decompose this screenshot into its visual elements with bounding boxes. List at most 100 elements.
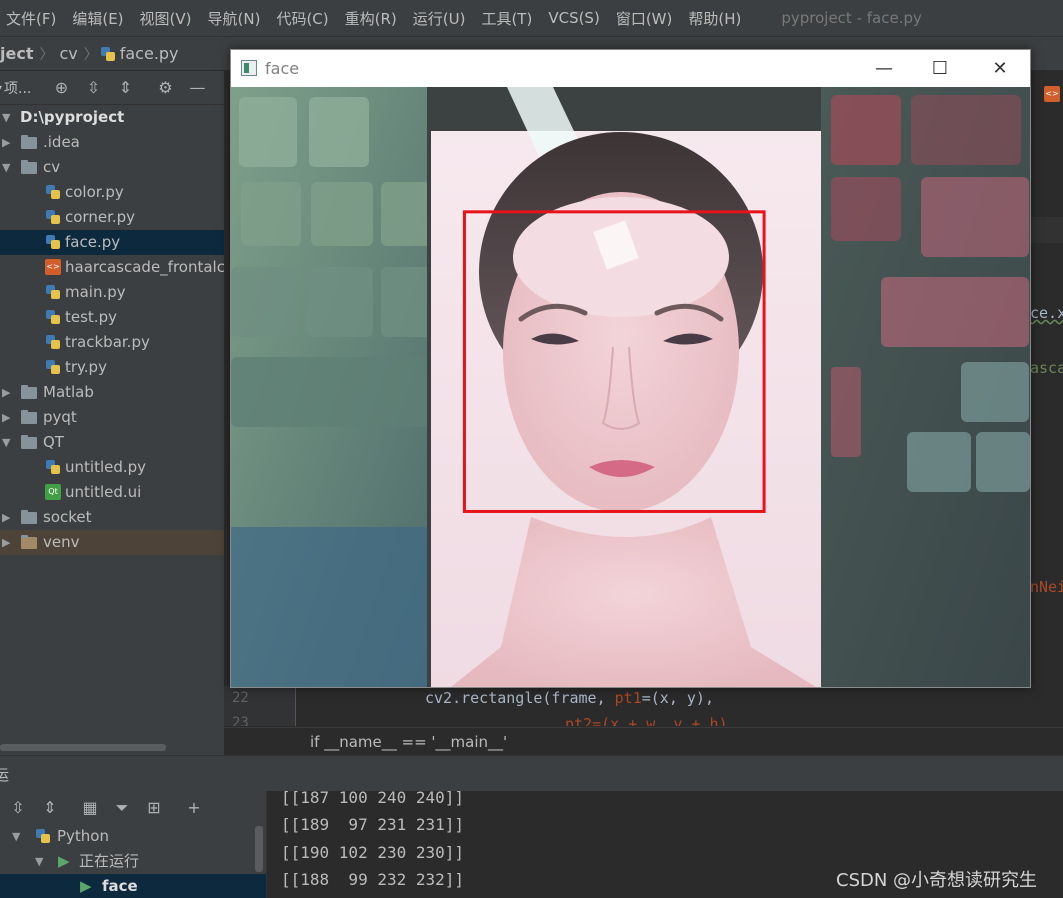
folder-icon xyxy=(21,535,37,549)
chevron-right-icon[interactable]: ▶ xyxy=(2,380,10,405)
detection-overlay xyxy=(462,210,766,513)
run-toolbar: ⇳ ⇕ ▦ ⏷ ⊞ + xyxy=(0,791,266,824)
chevron-down-icon[interactable]: ▼ xyxy=(2,155,10,180)
run-panel-header: 运 xyxy=(0,755,1063,791)
expand-all-icon[interactable]: ⇳ xyxy=(8,798,28,817)
project-tree: ▼ D:\pyproject ▶ .idea ▼ cv color.py cor… xyxy=(0,105,224,755)
run-tree-face[interactable]: ▶ face xyxy=(0,874,266,898)
project-toolbar: ▾ 项... ⊕ ⇳ ⇕ ⚙ — xyxy=(0,71,224,105)
folder-icon xyxy=(21,435,37,449)
menu-edit[interactable]: 编辑(E) xyxy=(64,8,131,29)
tree-item-file[interactable]: <> haarcascade_frontalca xyxy=(0,255,224,280)
tree-item-file[interactable]: main.py xyxy=(0,280,224,305)
hide-icon[interactable]: — xyxy=(187,78,207,97)
menu-window[interactable]: 窗口(W) xyxy=(608,8,681,29)
minimize-button[interactable]: — xyxy=(861,50,907,87)
chevron-down-icon[interactable]: ▼ xyxy=(2,430,10,455)
tree-item-file[interactable]: Qt untitled.ui xyxy=(0,480,224,505)
project-panel-label[interactable]: 项... xyxy=(4,78,31,98)
menu-run[interactable]: 运行(U) xyxy=(405,8,474,29)
console-line: [[188 99 232 232]] xyxy=(281,870,465,889)
python-file-icon xyxy=(45,284,61,300)
chevron-right-icon[interactable]: ▶ xyxy=(2,130,10,155)
tree-item-file[interactable]: test.py xyxy=(0,305,224,330)
menu-vcs[interactable]: VCS(S) xyxy=(540,9,607,27)
breadcrumb-folder[interactable]: cv xyxy=(55,44,81,63)
code-fragment: asca xyxy=(1030,359,1063,377)
tree-item-matlab[interactable]: ▶ Matlab xyxy=(0,380,224,405)
tree-item-label: untitled.ui xyxy=(65,483,142,501)
app-icon xyxy=(241,60,257,76)
code-line: cv2.rectangle(frame, pt1=(x, y), xyxy=(425,689,714,707)
tree-item-venv[interactable]: ▶ venv xyxy=(0,530,224,555)
group-icon[interactable]: ▦ xyxy=(80,798,100,817)
console-line: [[190 102 230 230]] xyxy=(281,843,465,862)
menu-help[interactable]: 帮助(H) xyxy=(680,8,749,29)
tree-item-label: cv xyxy=(43,158,61,176)
menu-navigate[interactable]: 导航(N) xyxy=(200,8,269,29)
code-keyword: pt1 xyxy=(614,689,642,707)
python-icon xyxy=(35,828,51,844)
run-tree-python[interactable]: ▼ Python xyxy=(0,824,266,849)
xml-file-icon[interactable]: <> xyxy=(1044,86,1060,102)
locate-icon[interactable]: ⊕ xyxy=(51,78,71,97)
chevron-right-icon[interactable]: ▶ xyxy=(2,505,10,530)
tree-item-file[interactable]: trackbar.py xyxy=(0,330,224,355)
chevron-right-icon[interactable]: ▶ xyxy=(2,530,10,555)
tree-item-cv[interactable]: ▼ cv xyxy=(0,155,224,180)
face-window[interactable]: face — ☐ ✕ xyxy=(230,49,1031,688)
editor-caret-row xyxy=(1030,217,1063,243)
tree-item-root[interactable]: ▼ D:\pyproject xyxy=(0,105,224,130)
tree-item-pyqt[interactable]: ▶ pyqt xyxy=(0,405,224,430)
chevron-down-icon[interactable]: ▼ xyxy=(12,824,20,849)
collapse-all-icon[interactable]: ⇕ xyxy=(40,798,60,817)
menu-tools[interactable]: 工具(T) xyxy=(473,8,540,29)
run-tree-running[interactable]: ▼ ▶ 正在运行 xyxy=(0,849,266,874)
tree-item-socket[interactable]: ▶ socket xyxy=(0,505,224,530)
run-tree-scrollbar[interactable] xyxy=(255,826,263,872)
tree-item-label: QT xyxy=(43,433,64,451)
close-button[interactable]: ✕ xyxy=(977,50,1023,87)
face-window-titlebar[interactable]: face — ☐ ✕ xyxy=(231,50,1030,87)
menu-code[interactable]: 代码(C) xyxy=(268,8,336,29)
python-file-icon xyxy=(45,184,61,200)
tree-item-label: untitled.py xyxy=(65,458,147,476)
plus-icon[interactable]: + xyxy=(184,798,204,817)
chevron-right-icon[interactable]: ▶ xyxy=(2,405,10,430)
collapse-all-icon[interactable]: ⇕ xyxy=(115,78,135,97)
line-number: 22 xyxy=(232,690,249,706)
tree-horizontal-scrollbar[interactable] xyxy=(0,744,166,751)
expand-all-icon[interactable]: ⇳ xyxy=(83,78,103,97)
panel-menu-icon[interactable]: ▾ xyxy=(0,81,2,95)
code-breadcrumb[interactable]: if __name__ == '__main__' xyxy=(224,727,1063,755)
maximize-button[interactable]: ☐ xyxy=(917,50,963,87)
breadcrumb-project[interactable]: ject xyxy=(0,44,37,63)
breadcrumb-file[interactable]: face.py xyxy=(116,44,183,63)
menu-file[interactable]: 文件(F) xyxy=(0,8,64,29)
run-panel-title[interactable]: 运 xyxy=(0,764,9,785)
tree-item-file[interactable]: corner.py xyxy=(0,205,224,230)
tree-item-file-selected[interactable]: face.py xyxy=(0,230,224,255)
add-tab-icon[interactable]: ⊞ xyxy=(144,798,164,817)
gear-icon[interactable]: ⚙ xyxy=(155,78,175,97)
tree-item-label: 正在运行 xyxy=(79,852,140,870)
filter-icon[interactable]: ⏷ xyxy=(112,798,132,818)
tree-item-label: face.py xyxy=(65,233,121,251)
chevron-down-icon[interactable]: ▼ xyxy=(35,849,43,874)
tree-item-label: venv xyxy=(43,533,80,551)
tree-item-file[interactable]: untitled.py xyxy=(0,455,224,480)
tree-item-label: haarcascade_frontalca xyxy=(65,258,224,276)
tree-item-label: Matlab xyxy=(43,383,94,401)
tree-item-file[interactable]: try.py xyxy=(0,355,224,380)
tree-item-label: socket xyxy=(43,508,92,526)
code-text: =(x, y), xyxy=(641,689,714,707)
menu-refactor[interactable]: 重构(R) xyxy=(337,8,405,29)
tree-item-idea[interactable]: ▶ .idea xyxy=(0,130,224,155)
menu-view[interactable]: 视图(V) xyxy=(132,8,200,29)
run-icon: ▶ xyxy=(58,852,70,870)
tree-item-label: D:\pyproject xyxy=(20,108,125,126)
chevron-down-icon[interactable]: ▼ xyxy=(2,105,10,130)
folder-icon xyxy=(21,410,37,424)
tree-item-file[interactable]: color.py xyxy=(0,180,224,205)
tree-item-qt[interactable]: ▼ QT xyxy=(0,430,224,455)
